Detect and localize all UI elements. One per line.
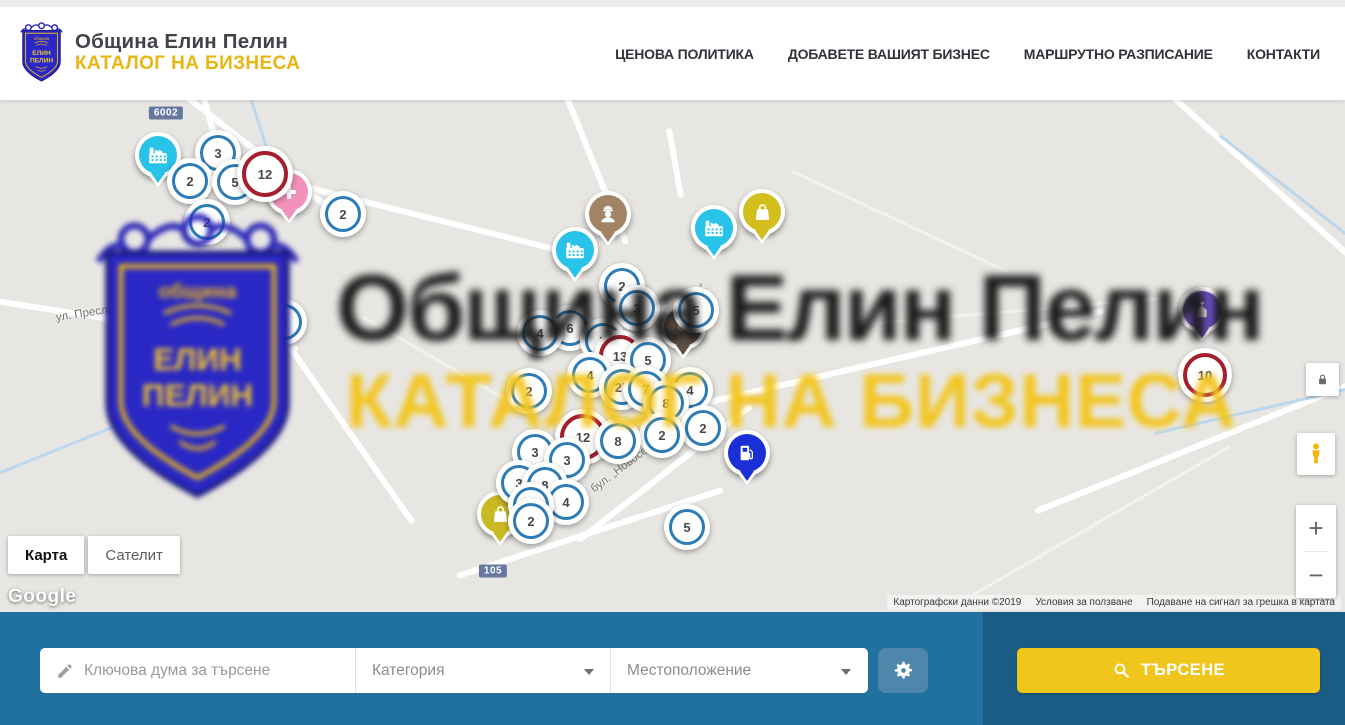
location-select-label: Местоположение [611,662,751,680]
site-logo[interactable]: Община Елин Пелин КАТАЛОГ НА БИЗНЕСА [18,22,300,83]
road-number-badge: 6002 [149,107,183,120]
map-cluster-marker[interactable]: 3 [261,299,307,345]
attribution-copyright: Картографски данни ©2019 [893,597,1021,608]
watermark-crest [85,212,310,505]
attribution-terms-link[interactable]: Условия за ползване [1035,597,1132,608]
map-cluster-marker[interactable]: 4 [517,310,563,356]
map-cluster-marker[interactable]: 5 [673,287,719,333]
map-road [860,297,1159,326]
keyword-search-input[interactable] [74,662,355,680]
map-cluster-marker[interactable]: 2 [680,405,726,451]
search-submit-panel: ТЪРСЕНЕ [983,612,1345,725]
map-cluster-marker[interactable]: 2 [639,412,685,458]
map-pin-marker[interactable] [691,205,737,251]
map-cluster-marker[interactable]: 10 [1178,348,1232,402]
map-road [361,315,518,408]
map-road [695,308,1106,408]
brand-subtitle: КАТАЛОГ НА БИЗНЕСА [75,53,300,75]
search-submit-label: ТЪРСЕНЕ [1141,661,1225,680]
watermark-subtitle: КАТАЛОГ НА БИЗНЕСА [346,358,1237,445]
main-nav: ЦЕНОВА ПОЛИТИКА ДОБАВЕТЕ ВАШИЯТ БИЗНЕС М… [615,7,1320,100]
map-cluster-marker[interactable]: 2 [506,368,552,414]
pencil-icon [56,662,74,680]
fuel-icon [728,434,766,472]
advanced-settings-button[interactable] [878,648,928,693]
map-cluster-marker[interactable]: 12 [237,146,293,202]
map-road [969,445,1230,598]
category-select[interactable]: Категория [355,648,610,693]
location-select[interactable]: Местоположение [610,648,867,693]
site-header: Община Елин Пелин КАТАЛОГ НА БИЗНЕСА ЦЕН… [0,0,1345,100]
map-type-map-button[interactable]: Карта [8,536,84,574]
map-cluster-marker[interactable]: 2 [184,199,230,245]
bag-icon [743,193,781,231]
map-type-satellite-button[interactable]: Сателит [88,536,180,574]
zoom-in-button[interactable]: + [1296,505,1336,551]
church-icon [1183,291,1221,329]
map-cluster-marker[interactable]: 2 [508,498,554,544]
google-logo[interactable]: Google [8,586,76,608]
zoom-out-button[interactable]: − [1296,552,1336,598]
nav-item-contacts[interactable]: КОНТАКТИ [1247,46,1320,62]
map-road [0,294,298,352]
map-pin-marker[interactable] [552,227,598,273]
brand-title: Община Елин Пелин [75,30,300,54]
street-view-pegman-button[interactable] [1297,433,1335,475]
map-pin-marker[interactable] [1179,287,1225,333]
municipality-crest-icon [18,22,65,83]
map-cluster-marker[interactable]: 5 [664,504,710,550]
map-pin-marker[interactable] [724,430,770,476]
gear-icon [893,660,914,681]
chevron-down-icon [841,669,851,675]
map-cluster-marker[interactable]: 8 [595,418,641,464]
map-cluster-marker[interactable]: 3 [614,285,660,331]
map-canvas[interactable]: 6002105ул. Преславбул. „Новоселци“ 32512… [0,100,1345,612]
nav-item-pricing[interactable]: ЦЕНОВА ПОЛИТИКА [615,46,754,62]
map-road [791,169,1010,273]
search-field-group: Категория Местоположение [40,648,868,693]
attribution-report-link[interactable]: Подаване на сигнал за грешка в картата [1147,597,1335,608]
road-number-badge: 105 [479,565,507,578]
map-cluster-marker[interactable]: 2 [167,158,213,204]
map-cluster-marker[interactable]: 2 [320,191,366,237]
category-select-label: Категория [356,662,444,680]
map-pin-marker[interactable] [739,189,785,235]
pegman-icon [1305,441,1327,467]
watermark-title: Община Елин Пелин [336,254,1263,362]
nav-item-route-schedule[interactable]: МАРШРУТНО РАЗПИСАНИЕ [1024,46,1213,62]
keyword-segment [40,648,355,693]
lock-icon [1315,372,1330,387]
search-submit-button[interactable]: ТЪРСЕНЕ [1017,648,1320,693]
factory-icon [695,209,733,247]
factory-icon [556,231,594,269]
top-strip [0,0,1345,7]
map-water-line [0,410,154,483]
map-road [666,128,684,198]
map-type-control: Карта Сателит [8,536,180,574]
chevron-down-icon [584,669,594,675]
map-attribution: Картографски данни ©2019 Условия за полз… [887,595,1341,610]
lock-button[interactable] [1306,363,1339,396]
search-icon [1112,661,1131,680]
nav-item-add-business[interactable]: ДОБАВЕТЕ ВАШИЯТ БИЗНЕС [788,46,990,62]
zoom-control: + − [1296,505,1336,598]
search-bar-section: Категория Местоположение ТЪРСЕНЕ [0,612,1345,725]
map-road [284,341,415,525]
map-road [1160,100,1345,311]
